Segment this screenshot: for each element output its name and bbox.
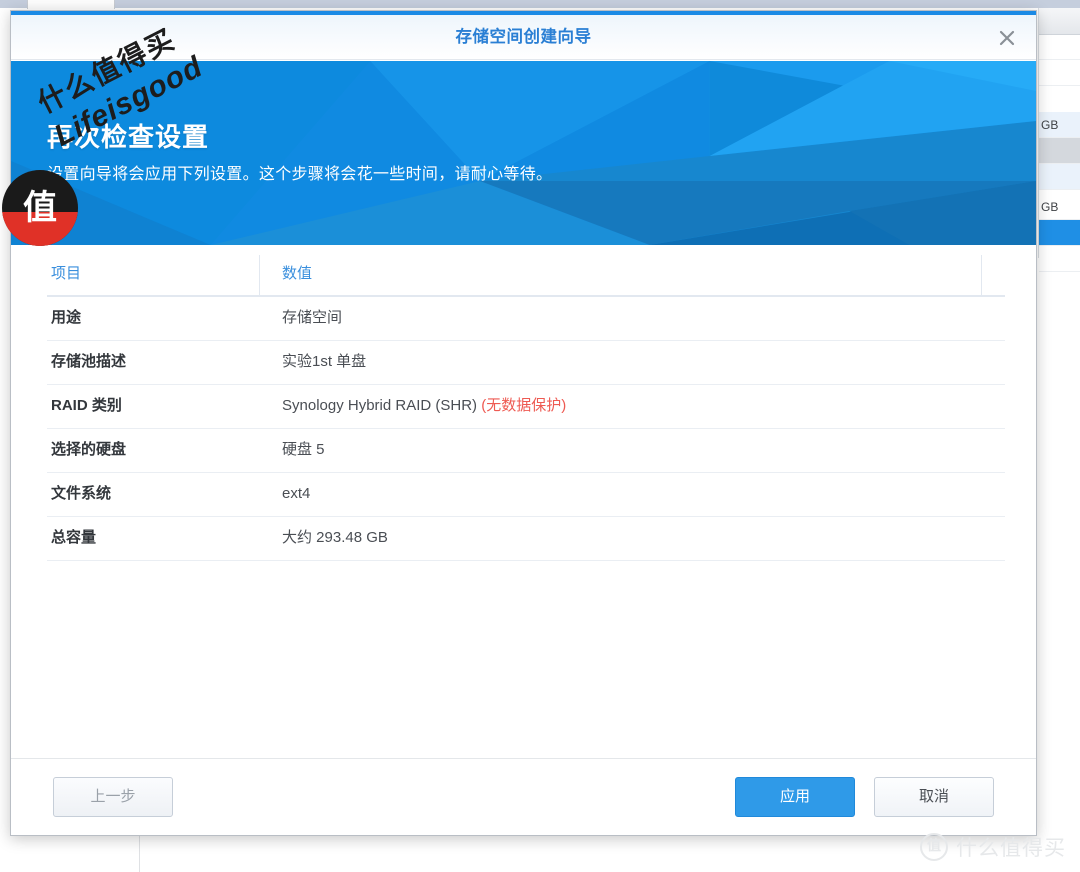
row-value-text: Synology Hybrid RAID (SHR) [282, 397, 478, 414]
background-table-row[interactable] [1039, 246, 1080, 272]
row-key: 用途 [51, 309, 82, 326]
row-value-warning: (无数据保护) [481, 397, 567, 414]
dialog-title: 存储空间创建向导 [455, 28, 592, 46]
dialog-footer: 上一步 应用 取消 [11, 758, 1036, 835]
row-value-text: 实验1st 单盘 [282, 353, 367, 370]
background-table-row[interactable] [1039, 138, 1080, 164]
row-key: 选择的硬盘 [51, 441, 127, 458]
background-table-row[interactable]: GB [1039, 112, 1080, 138]
background-table-row[interactable]: GB [1039, 194, 1080, 220]
row-value: 存储空间 [260, 297, 1005, 340]
background-table-header [1039, 8, 1080, 35]
summary-table: 项目 数值 用途 存储空间 存储池描述 实验1st 单盘 RAID 类别 Syn… [47, 255, 1005, 561]
row-key: 总容量 [51, 529, 97, 546]
row-value: ext4 [260, 473, 1005, 516]
column-header-item[interactable]: 项目 [47, 255, 260, 295]
wizard-hero-banner: 再次检查设置 设置向导将会应用下列设置。这个步骤将会花一些时间，请耐心等待。 [11, 61, 1036, 245]
column-header-value[interactable]: 数值 [260, 255, 982, 295]
hero-text-block: 再次检查设置 设置向导将会应用下列设置。这个步骤将会花一些时间，请耐心等待。 [47, 117, 552, 184]
screenshot-root: GB GB 存储空间创建向导 再次检查设置 设置向导将会应用下列设置。这个步骤将… [0, 0, 1080, 872]
background-tab-strip [0, 0, 1080, 8]
background-table-row[interactable] [1039, 164, 1080, 190]
hero-heading: 再次检查设置 [47, 122, 210, 152]
back-button[interactable]: 上一步 [53, 777, 173, 817]
background-table-row-selected[interactable] [1039, 220, 1080, 246]
column-header-extra[interactable] [982, 255, 1005, 295]
close-icon[interactable] [992, 23, 1022, 53]
storage-pool-wizard-dialog: 存储空间创建向导 再次检查设置 设置向导将会应用下列设置。这个步骤将会花一些时间… [10, 10, 1037, 836]
cancel-button[interactable]: 取消 [874, 777, 994, 817]
table-row: 文件系统 ext4 [47, 473, 1005, 517]
summary-table-header: 项目 数值 [47, 255, 1005, 297]
background-table-row[interactable] [1039, 34, 1080, 60]
table-row: 用途 存储空间 [47, 297, 1005, 341]
background-disk-table: GB GB [1038, 8, 1080, 272]
row-value-text: 大约 293.48 GB [282, 529, 388, 546]
hero-subtitle: 设置向导将会应用下列设置。这个步骤将会花一些时间，请耐心等待。 [47, 166, 553, 183]
table-row: 存储池描述 实验1st 单盘 [47, 341, 1005, 385]
background-tab[interactable] [27, 0, 115, 9]
table-row: 总容量 大约 293.48 GB [47, 517, 1005, 561]
row-value: 大约 293.48 GB [260, 517, 1005, 560]
row-key: 存储池描述 [51, 353, 127, 370]
table-row: RAID 类别 Synology Hybrid RAID (SHR) (无数据保… [47, 385, 1005, 429]
row-key: 文件系统 [51, 485, 112, 502]
background-table-row[interactable] [1039, 60, 1080, 86]
dialog-titlebar: 存储空间创建向导 [11, 15, 1036, 60]
row-value: 硬盘 5 [260, 429, 1005, 472]
row-value: Synology Hybrid RAID (SHR) (无数据保护) [260, 385, 1005, 428]
row-value: 实验1st 单盘 [260, 341, 1005, 384]
row-key: RAID 类别 [51, 397, 122, 414]
table-row: 选择的硬盘 硬盘 5 [47, 429, 1005, 473]
row-value-text: ext4 [282, 485, 311, 502]
apply-button[interactable]: 应用 [735, 777, 855, 817]
row-value-text: 硬盘 5 [282, 441, 325, 458]
background-divider [139, 830, 140, 872]
row-value-text: 存储空间 [282, 309, 343, 326]
